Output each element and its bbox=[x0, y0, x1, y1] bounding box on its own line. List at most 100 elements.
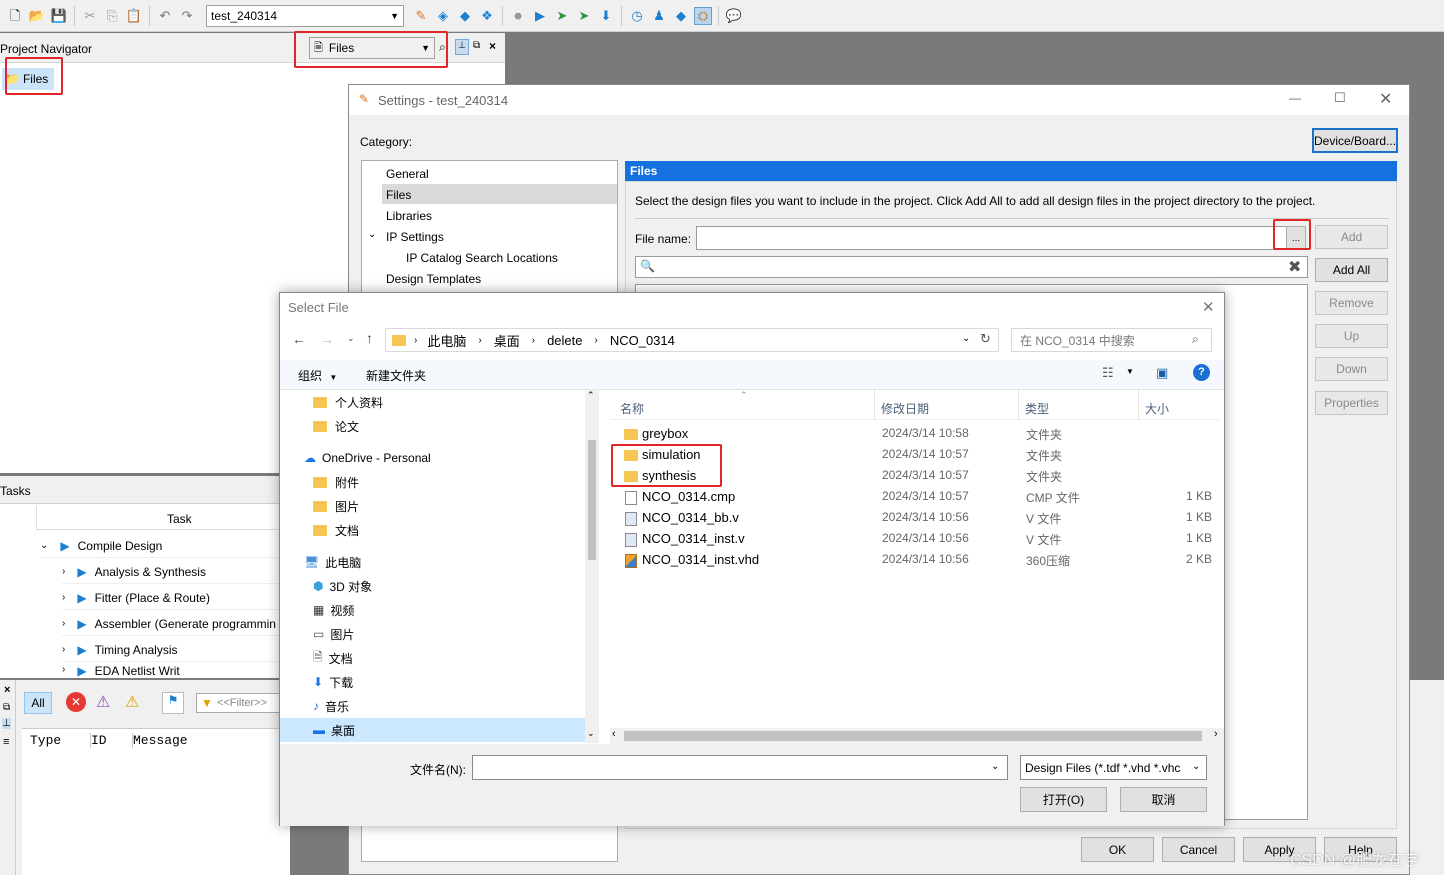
refresh-icon[interactable]: ↻ bbox=[980, 331, 991, 347]
save-icon[interactable]: 💾 bbox=[50, 7, 68, 25]
remove-button[interactable]: Remove bbox=[1315, 291, 1388, 315]
file-name-input[interactable] bbox=[696, 226, 1288, 250]
maximize-icon[interactable]: ☐ bbox=[1334, 90, 1346, 106]
file-row[interactable]: NCO_0314_bb.v 2024/3/14 10:56 V 文件 1 KB bbox=[610, 508, 1212, 529]
file-row[interactable]: NCO_0314_inst.vhd 2024/3/14 10:56 360压缩 … bbox=[610, 550, 1212, 571]
browse-button[interactable]: ... bbox=[1286, 226, 1306, 250]
nav-item[interactable]: 论文 bbox=[313, 414, 359, 438]
file-type-filter[interactable]: Design Files (*.tdf *.vhd *.vhc ⌄ bbox=[1020, 755, 1207, 780]
cut-icon[interactable]: ✂ bbox=[81, 7, 99, 25]
category-libraries[interactable]: Libraries bbox=[386, 209, 432, 223]
close-icon[interactable]: ✕ bbox=[1379, 89, 1392, 109]
undo-icon[interactable]: ↶ bbox=[156, 7, 174, 25]
category-ip-catalog[interactable]: IP Catalog Search Locations bbox=[406, 251, 558, 265]
column-date[interactable]: 修改日期 bbox=[881, 400, 929, 417]
netlist-viewer-icon[interactable]: ♟ bbox=[650, 7, 668, 25]
warning-filter-icon[interactable]: ⚠ bbox=[125, 692, 139, 712]
chevron-left-icon[interactable]: ‹ bbox=[612, 728, 616, 740]
category-files[interactable]: Files bbox=[386, 188, 411, 202]
category-general[interactable]: General bbox=[386, 167, 429, 181]
pin-icon[interactable]: ⊥ bbox=[2, 718, 11, 729]
signaltap-icon[interactable]: ◆ bbox=[672, 7, 690, 25]
open-button[interactable]: 打开(O) bbox=[1020, 787, 1107, 812]
breadcrumb-item[interactable]: 此电脑 bbox=[427, 331, 466, 350]
file-row[interactable]: NCO_0314_inst.v 2024/3/14 10:56 V 文件 1 K… bbox=[610, 529, 1212, 550]
close-icon[interactable]: × bbox=[489, 39, 496, 53]
task-row[interactable]: › ▶ Fitter (Place & Route) bbox=[62, 586, 290, 610]
fitter-icon[interactable]: ➤ bbox=[575, 7, 593, 25]
preview-pane-icon[interactable]: ▣ bbox=[1156, 365, 1168, 381]
task-row[interactable]: › ▶ Assembler (Generate programmin bbox=[62, 612, 290, 636]
column-name[interactable]: 名称 bbox=[620, 400, 644, 417]
file-row[interactable]: NCO_0314.cmp 2024/3/14 10:57 CMP 文件 1 KB bbox=[610, 487, 1212, 508]
paste-icon[interactable]: 📋 bbox=[125, 7, 143, 25]
scrollbar-thumb[interactable] bbox=[588, 440, 596, 560]
device-board-button[interactable]: Device/Board... bbox=[1312, 128, 1398, 153]
chevron-down-icon[interactable]: ⌄ bbox=[991, 761, 999, 772]
files-search-field[interactable]: 🔍 ✖ bbox=[635, 256, 1308, 278]
pin-icon[interactable]: ⊥ bbox=[455, 39, 469, 55]
help-chat-icon[interactable]: 💬 bbox=[725, 7, 743, 25]
cancel-button[interactable]: 取消 bbox=[1120, 787, 1207, 812]
stop-icon[interactable]: ⬣ bbox=[509, 7, 527, 25]
up-arrow-icon[interactable]: ↑ bbox=[366, 330, 373, 346]
redo-icon[interactable]: ↷ bbox=[178, 7, 196, 25]
file-row[interactable]: synthesis 2024/3/14 10:57 文件夹 bbox=[610, 466, 1210, 487]
nav-item[interactable]: ⬢ 3D 对象 bbox=[313, 574, 372, 598]
design-partition-icon[interactable]: ◈ bbox=[434, 7, 452, 25]
down-button[interactable]: Down bbox=[1315, 357, 1388, 381]
navigator-tree-files[interactable]: 📁 Files bbox=[2, 68, 55, 90]
copy-icon[interactable]: ⎘ bbox=[103, 7, 121, 25]
category-ip-settings[interactable]: IP Settings bbox=[386, 230, 444, 244]
folder-search-input[interactable]: 在 NCO_0314 中搜索 ⌕ bbox=[1011, 328, 1212, 352]
new-folder-button[interactable]: 新建文件夹 bbox=[366, 367, 426, 384]
chevron-right-icon[interactable]: › bbox=[1214, 728, 1218, 740]
chevron-down-icon[interactable]: ⌄ bbox=[587, 728, 595, 739]
new-file-icon[interactable]: 🗋 bbox=[6, 7, 24, 25]
properties-button[interactable]: Properties bbox=[1315, 391, 1388, 415]
file-list-scrollbar[interactable]: ‹ › bbox=[610, 728, 1224, 744]
nav-item[interactable]: ♪ 音乐 bbox=[313, 694, 349, 718]
timing-analyzer-icon[interactable]: ◷ bbox=[628, 7, 646, 25]
chevron-down-icon[interactable]: ▼ bbox=[1126, 367, 1134, 376]
nav-item[interactable]: ☁ OneDrive - Personal bbox=[304, 446, 431, 470]
add-button[interactable]: Add bbox=[1315, 225, 1388, 249]
analysis-synthesis-icon[interactable]: ➤ bbox=[553, 7, 571, 25]
nav-item[interactable]: ▦ 视频 bbox=[313, 598, 354, 622]
view-options-icon[interactable]: ☷ bbox=[1102, 365, 1114, 381]
scrollbar-thumb[interactable] bbox=[624, 731, 1202, 741]
start-compilation-icon[interactable]: ▶ bbox=[531, 7, 549, 25]
float-window-icon[interactable]: ⧉ bbox=[473, 40, 480, 51]
settings-pencil-icon[interactable]: ✎ bbox=[412, 7, 430, 25]
close-icon[interactable]: ✕ bbox=[1202, 298, 1215, 316]
breadcrumb-item[interactable]: NCO_0314 bbox=[610, 333, 675, 348]
clear-icon[interactable]: ✖ bbox=[1288, 257, 1301, 277]
up-button[interactable]: Up bbox=[1315, 324, 1388, 348]
nav-item[interactable]: ▬ 桌面 bbox=[313, 718, 355, 742]
breadcrumb-item[interactable]: 桌面 bbox=[494, 331, 520, 350]
close-icon[interactable]: × bbox=[4, 684, 10, 696]
chip-planner-icon[interactable]: ◆ bbox=[456, 7, 474, 25]
column-type[interactable]: 类型 bbox=[1025, 400, 1049, 417]
error-filter-icon[interactable]: ✕ bbox=[66, 692, 86, 712]
message-filter-input[interactable]: ▼ <<Filter>> bbox=[196, 693, 290, 713]
critical-warning-icon[interactable]: ⚠ bbox=[96, 692, 110, 712]
nav-item[interactable]: 🗎 文档 bbox=[313, 646, 353, 670]
navigator-view-combo[interactable]: 🗎 Files ▼ bbox=[309, 37, 435, 59]
suppress-icon[interactable]: ⚑ bbox=[162, 692, 184, 714]
pin-planner-icon[interactable]: ❖ bbox=[478, 7, 496, 25]
organize-menu[interactable]: 组织 ▼ bbox=[298, 367, 337, 384]
nav-item[interactable]: 文档 bbox=[313, 518, 359, 542]
ok-button[interactable]: OK bbox=[1081, 837, 1154, 862]
search-icon[interactable]: ⌕ bbox=[439, 40, 446, 55]
breadcrumb-item[interactable]: delete bbox=[547, 333, 582, 348]
file-row[interactable]: simulation 2024/3/14 10:57 文件夹 bbox=[610, 445, 1210, 466]
column-size[interactable]: 大小 bbox=[1145, 400, 1169, 417]
address-bar[interactable]: › 此电脑 › 桌面 › delete › NCO_0314 ⌄ ↻ bbox=[385, 328, 999, 352]
category-files-selected[interactable] bbox=[382, 184, 617, 204]
back-arrow-icon[interactable]: ← bbox=[292, 331, 306, 347]
task-row[interactable]: ⌄ ▶ Compile Design bbox=[40, 534, 290, 558]
forward-arrow-icon[interactable]: → bbox=[320, 331, 334, 347]
cancel-button[interactable]: Cancel bbox=[1162, 837, 1235, 862]
chevron-down-icon[interactable]: ⌄ bbox=[347, 333, 355, 344]
